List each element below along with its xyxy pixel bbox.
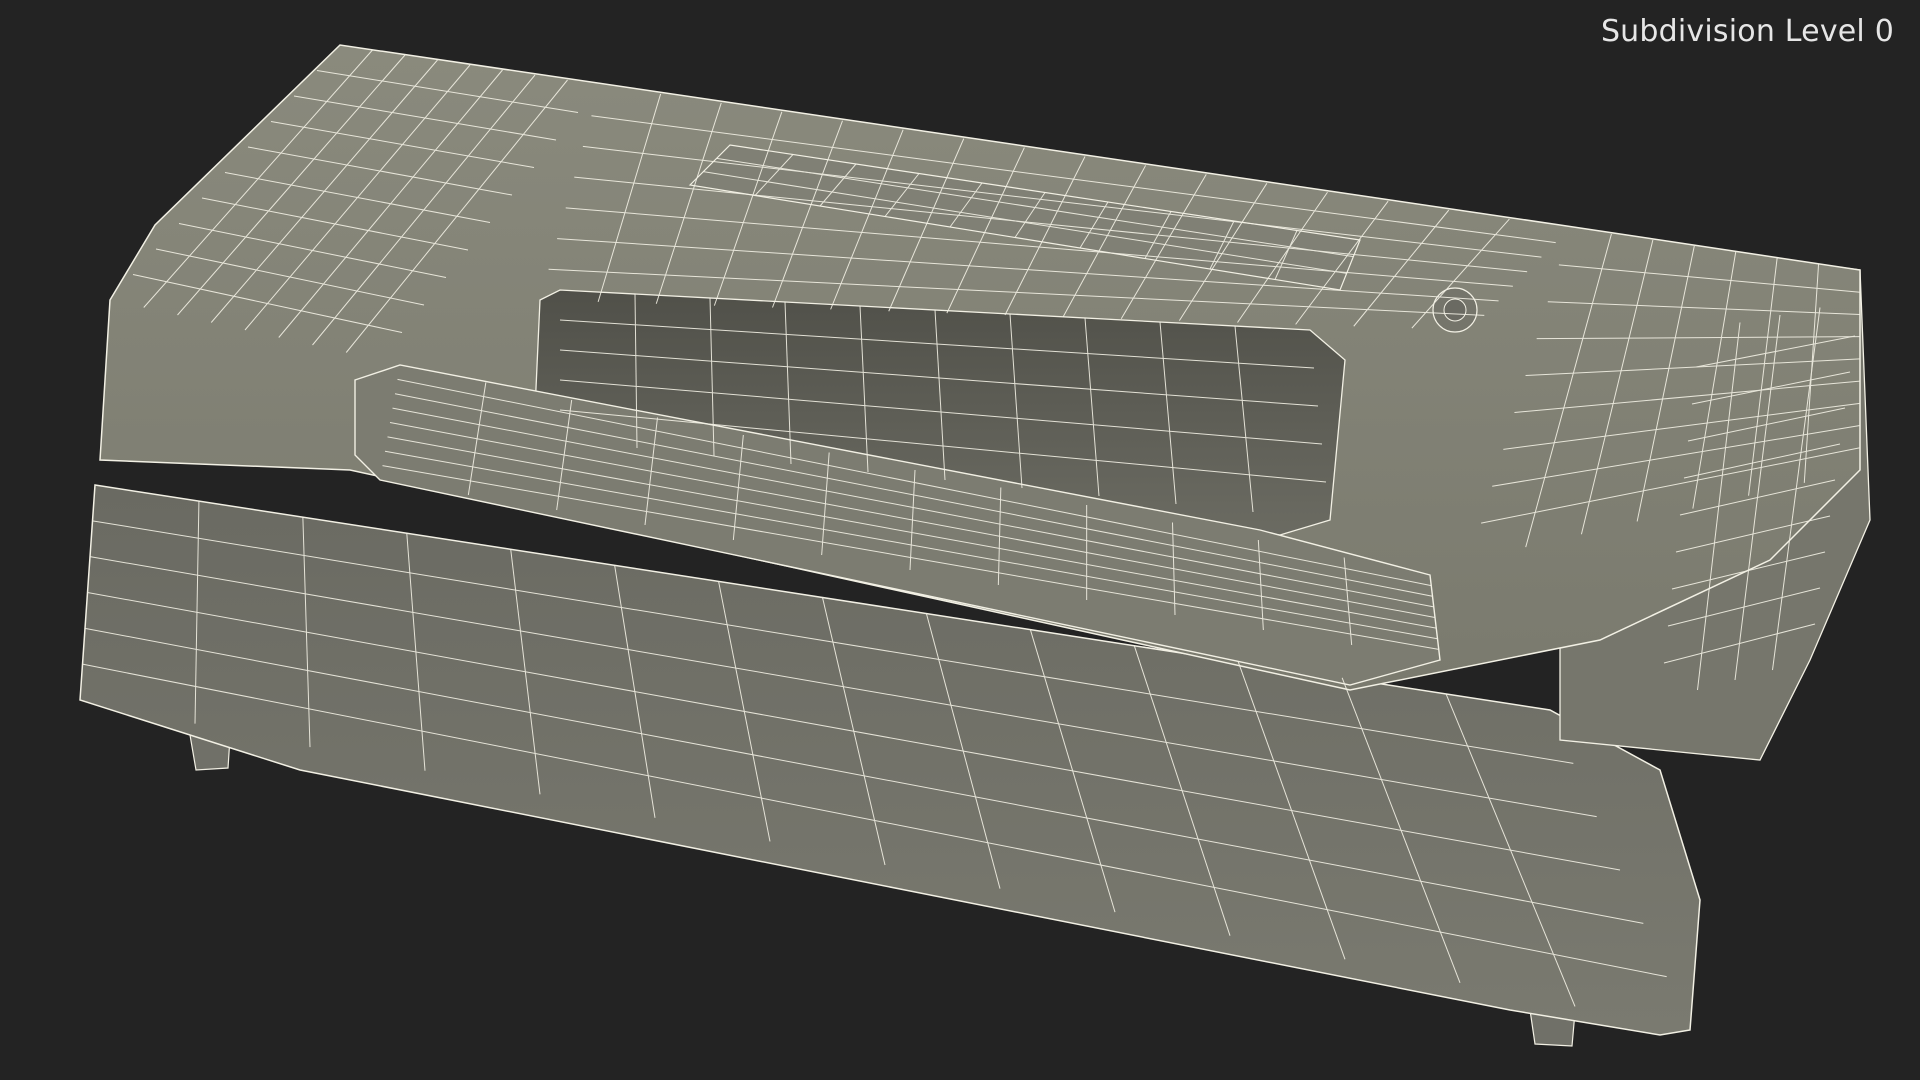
subdivision-level-label: Subdivision Level 0 xyxy=(1600,14,1894,49)
3d-viewport[interactable]: Subdivision Level 0 xyxy=(0,0,1920,1080)
screw-icon xyxy=(1432,287,1478,333)
wireframe-model xyxy=(79,44,1871,1047)
